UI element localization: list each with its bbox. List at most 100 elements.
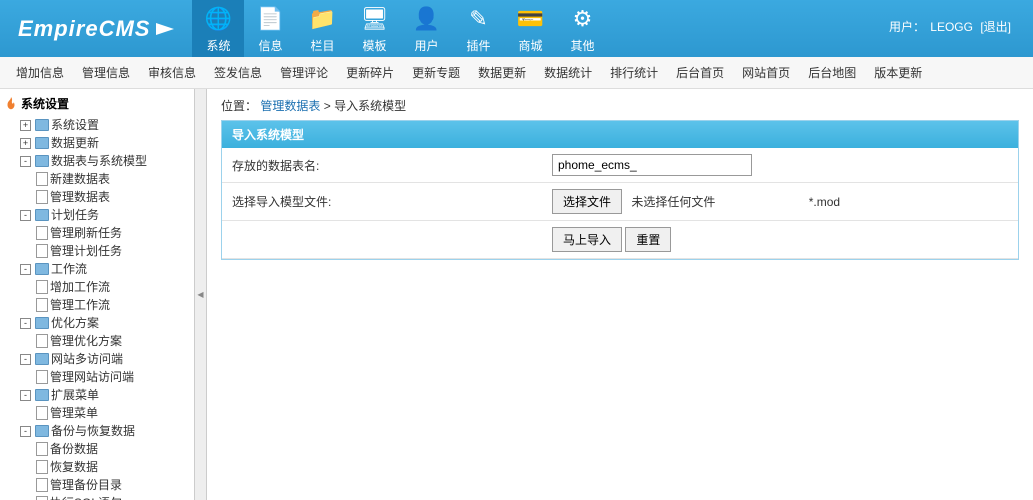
choose-file-button[interactable]: 选择文件 xyxy=(552,189,622,214)
tree-label: 执行SQL语句 xyxy=(50,494,122,500)
table-row: 马上导入 重置 xyxy=(222,221,1018,259)
toggle-icon[interactable]: - xyxy=(20,318,31,329)
tree-新建数据表[interactable]: 新建数据表 xyxy=(36,170,190,188)
top-nav-栏目[interactable]: 📁 栏目 xyxy=(296,0,348,57)
tree-label: 管理数据表 xyxy=(50,188,110,206)
tree-label: 扩展菜单 xyxy=(51,386,99,404)
subnav-增加信息[interactable]: 增加信息 xyxy=(12,64,68,81)
top-nav-信息[interactable]: 📄信息 xyxy=(244,0,296,57)
toggle-icon[interactable]: - xyxy=(20,210,31,221)
file-icon xyxy=(36,406,48,420)
subnav-数据更新[interactable]: 数据更新 xyxy=(474,64,530,81)
top-nav-插件[interactable]: ✎插件 xyxy=(452,0,504,57)
tree-label: 数据更新 xyxy=(51,134,99,152)
splitter[interactable] xyxy=(195,89,207,500)
nav-icon: 📁 xyxy=(307,4,337,34)
subnav-管理评论[interactable]: 管理评论 xyxy=(276,64,332,81)
file-ext-hint: *.mod xyxy=(809,195,840,209)
top-nav: 🌐系统📄信息 📁 栏目 🖥模板👤用户✎插件💳商城⚙其他 xyxy=(192,0,608,57)
folder-icon xyxy=(35,155,49,167)
tree-增加工作流[interactable]: 增加工作流 xyxy=(36,278,190,296)
tree-网站多访问端[interactable]: -网站多访问端 xyxy=(20,350,190,368)
logout-link[interactable]: [退出] xyxy=(980,20,1011,34)
folder-icon xyxy=(35,353,49,365)
tree-执行SQL语句[interactable]: 执行SQL语句 xyxy=(36,494,190,500)
tree-计划任务[interactable]: -计划任务 xyxy=(20,206,190,224)
folder-icon xyxy=(35,389,49,401)
folder-icon xyxy=(35,425,49,437)
tree-工作流[interactable]: -工作流 xyxy=(20,260,190,278)
logo: EmpireCMS xyxy=(0,16,192,42)
breadcrumb: 位置： 管理数据表 > 导入系统模型 xyxy=(221,97,1019,114)
subnav-签发信息[interactable]: 签发信息 xyxy=(210,64,266,81)
file-icon xyxy=(36,244,48,258)
nav-icon: ✎ xyxy=(463,4,493,34)
toggle-icon[interactable]: - xyxy=(20,156,31,167)
top-nav-商城[interactable]: 💳商城 xyxy=(504,0,556,57)
tree-管理数据表[interactable]: 管理数据表 xyxy=(36,188,190,206)
tree-label: 管理优化方案 xyxy=(50,332,122,350)
tree-管理备份目录[interactable]: 管理备份目录 xyxy=(36,476,190,494)
tree-label: 管理工作流 xyxy=(50,296,110,314)
tree-管理计划任务[interactable]: 管理计划任务 xyxy=(36,242,190,260)
tree-优化方案[interactable]: - 优化方案 xyxy=(20,314,190,332)
toggle-icon[interactable]: + xyxy=(20,138,31,149)
subnav-后台首页[interactable]: 后台首页 xyxy=(672,64,728,81)
tree-管理网站访问端[interactable]: 管理网站访问端 xyxy=(36,368,190,386)
nav-label: 模板 xyxy=(362,37,386,54)
table-row: 选择导入模型文件: 选择文件 未选择任何文件 *.mod xyxy=(222,183,1018,221)
tree-管理优化方案[interactable]: 管理优化方案 xyxy=(36,332,190,350)
tree-扩展菜单[interactable]: - 扩展菜单 xyxy=(20,386,190,404)
tree-label: 新建数据表 xyxy=(50,170,110,188)
form-table: 存放的数据表名: 选择导入模型文件: 选择文件 未选择任何文件 *.mod 马上… xyxy=(222,148,1018,259)
tree-管理工作流[interactable]: 管理工作流 xyxy=(36,296,190,314)
nav-label: 信息 xyxy=(258,37,282,54)
tree-数据更新[interactable]: + 数据更新 xyxy=(20,134,190,152)
tree-恢复数据[interactable]: 恢复数据 xyxy=(36,458,190,476)
folder-icon xyxy=(35,119,49,131)
user-name-link[interactable]: LEOGG xyxy=(930,20,973,34)
tree-备份数据[interactable]: 备份数据 xyxy=(36,440,190,458)
tree-label: 优化方案 xyxy=(51,314,99,332)
nav-label: 栏目 xyxy=(310,37,334,54)
tree-管理刷新任务[interactable]: 管理刷新任务 xyxy=(36,224,190,242)
subnav-后台地图[interactable]: 后台地图 xyxy=(804,64,860,81)
fire-icon xyxy=(4,97,18,111)
table-name-input[interactable] xyxy=(552,154,752,176)
tree-数据表与系统模型[interactable]: -数据表与系统模型 xyxy=(20,152,190,170)
subnav-网站首页[interactable]: 网站首页 xyxy=(738,64,794,81)
main: 系统设置 +系统设置+数据更新-数据表与系统模型新建数据表管理数据表-计划任务管… xyxy=(0,89,1033,500)
toggle-icon[interactable]: - xyxy=(20,390,31,401)
reset-button[interactable]: 重置 xyxy=(625,227,671,252)
tree-label: 系统设置 xyxy=(51,116,99,134)
top-nav-系统[interactable]: 🌐系统 xyxy=(192,0,244,57)
sidebar-title-text: 系统设置 xyxy=(21,95,69,112)
subnav-更新专题[interactable]: 更新专题 xyxy=(408,64,464,81)
top-nav-用户[interactable]: 👤用户 xyxy=(400,0,452,57)
nav-label: 商城 xyxy=(518,37,542,54)
top-nav-模板[interactable]: 🖥模板 xyxy=(348,0,400,57)
nav-icon: 👤 xyxy=(411,4,441,34)
tree-label: 管理菜单 xyxy=(50,404,98,422)
file-icon xyxy=(36,226,48,240)
tree-备份与恢复数据[interactable]: -备份与恢复数据 xyxy=(20,422,190,440)
subnav-排行统计[interactable]: 排行统计 xyxy=(606,64,662,81)
sidebar-title: 系统设置 xyxy=(4,95,190,112)
import-button[interactable]: 马上导入 xyxy=(552,227,622,252)
toggle-icon[interactable]: - xyxy=(20,264,31,275)
tree-管理菜单[interactable]: 管理菜单 xyxy=(36,404,190,422)
subnav-管理信息[interactable]: 管理信息 xyxy=(78,64,134,81)
tree-系统设置[interactable]: + 系统设置 xyxy=(20,116,190,134)
tree-label: 管理刷新任务 xyxy=(50,224,122,242)
toggle-icon[interactable]: - xyxy=(20,426,31,437)
breadcrumb-link[interactable]: 管理数据表 xyxy=(260,99,320,113)
toggle-icon[interactable]: - xyxy=(20,354,31,365)
top-nav-其他[interactable]: ⚙其他 xyxy=(556,0,608,57)
toggle-icon[interactable]: + xyxy=(20,120,31,131)
file-icon xyxy=(36,442,48,456)
sidebar: 系统设置 +系统设置+数据更新-数据表与系统模型新建数据表管理数据表-计划任务管… xyxy=(0,89,195,500)
subnav-数据统计[interactable]: 数据统计 xyxy=(540,64,596,81)
subnav-版本更新[interactable]: 版本更新 xyxy=(870,64,926,81)
subnav-审核信息[interactable]: 审核信息 xyxy=(144,64,200,81)
subnav-更新碎片[interactable]: 更新碎片 xyxy=(342,64,398,81)
